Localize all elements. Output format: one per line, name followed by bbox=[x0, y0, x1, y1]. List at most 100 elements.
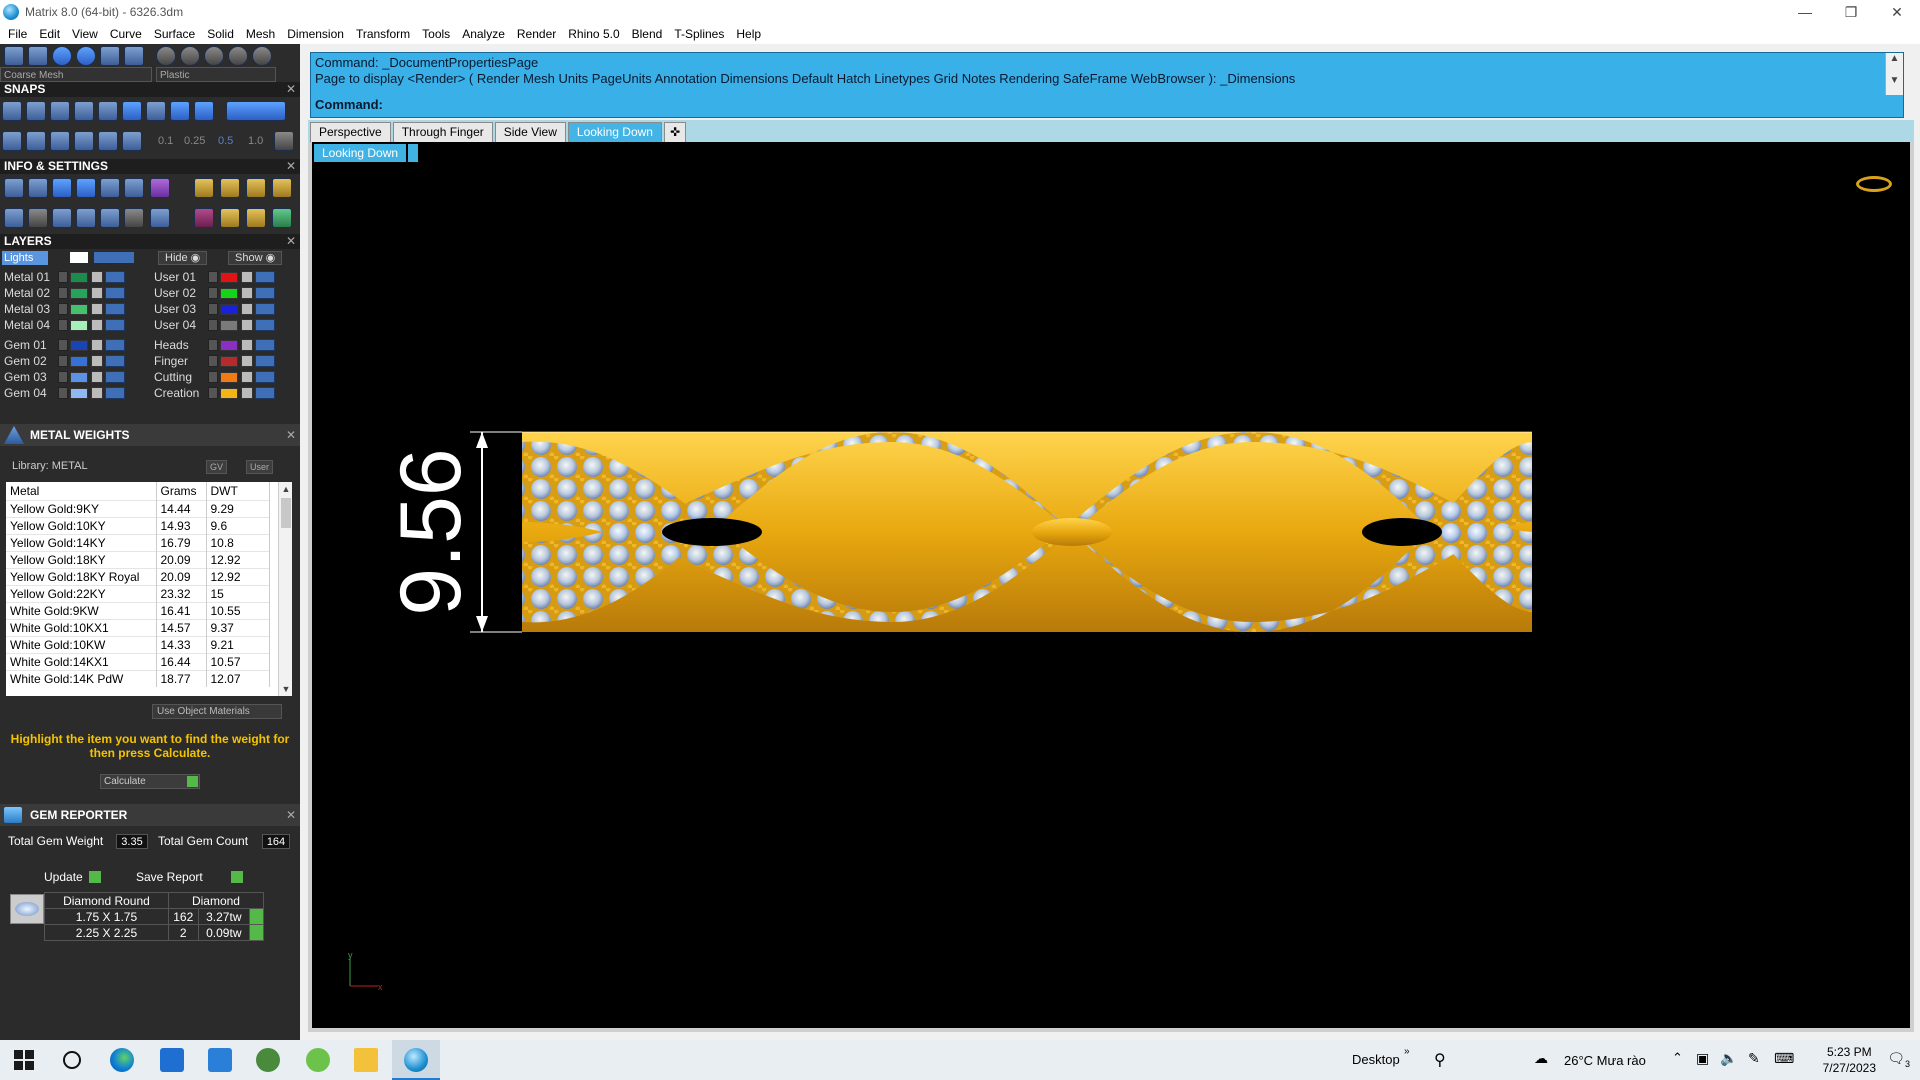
snap-button[interactable] bbox=[122, 131, 142, 151]
layer-visibility[interactable] bbox=[255, 371, 275, 383]
material-sphere-icon[interactable] bbox=[156, 46, 176, 66]
material-sphere-icon[interactable] bbox=[228, 46, 248, 66]
layer-row[interactable]: Gem 04 bbox=[4, 385, 125, 401]
menu-analyze[interactable]: Analyze bbox=[462, 27, 511, 41]
snap-button[interactable] bbox=[50, 101, 70, 121]
layer-row[interactable]: Gem 01 bbox=[4, 337, 125, 353]
layer-visibility[interactable] bbox=[255, 303, 275, 315]
chevron-right-icon[interactable]: » bbox=[1404, 1046, 1410, 1057]
material-dropdown[interactable]: Plastic bbox=[156, 67, 276, 82]
layer-visibility[interactable] bbox=[255, 339, 275, 351]
lock-icon[interactable] bbox=[241, 371, 253, 383]
table-row[interactable]: White Gold:14K PdW 18.77 12.07 bbox=[6, 669, 270, 687]
info-button[interactable] bbox=[272, 178, 292, 198]
layer-expand[interactable] bbox=[58, 339, 68, 351]
layer-visibility[interactable] bbox=[255, 271, 275, 283]
menu-curve[interactable]: Curve bbox=[110, 27, 148, 41]
layer-expand[interactable] bbox=[208, 271, 218, 283]
search-icon[interactable] bbox=[28, 178, 48, 198]
info-button[interactable] bbox=[246, 178, 266, 198]
layer-expand[interactable] bbox=[208, 355, 218, 367]
layer-visibility[interactable] bbox=[105, 371, 125, 383]
table-row[interactable]: Yellow Gold:18KY Royal 20.09 12.92 bbox=[6, 567, 270, 585]
weather-icon[interactable]: ☁ bbox=[1534, 1050, 1548, 1067]
info-button[interactable] bbox=[4, 208, 24, 228]
layer-visibility[interactable] bbox=[105, 339, 125, 351]
viewport[interactable]: Looking Down 9.56 y x bbox=[308, 142, 1914, 1032]
select-gem-button[interactable] bbox=[249, 908, 264, 925]
gv-toggle[interactable]: GV bbox=[206, 460, 228, 474]
table-row[interactable]: 2.25 X 2.25 2 0.09tw bbox=[44, 924, 264, 941]
snap-button[interactable] bbox=[170, 101, 190, 121]
mesh-dropdown[interactable]: Coarse Mesh bbox=[0, 67, 152, 82]
layer-expand[interactable] bbox=[58, 355, 68, 367]
settings-icon[interactable] bbox=[4, 178, 24, 198]
snap-button[interactable] bbox=[194, 101, 214, 121]
add-tab-icon[interactable]: ✜ bbox=[663, 122, 686, 142]
save-report-button[interactable]: Save Report bbox=[136, 868, 243, 886]
layer-color[interactable] bbox=[220, 271, 238, 283]
command-history-scrollbar[interactable]: ▲ ▼ bbox=[1885, 53, 1903, 95]
lights-layer[interactable]: Lights bbox=[2, 251, 48, 265]
grid-value-2[interactable]: 0.5 bbox=[218, 135, 233, 147]
snap-button[interactable] bbox=[2, 131, 22, 151]
lock-icon[interactable] bbox=[241, 339, 253, 351]
viewport-label[interactable]: Looking Down bbox=[314, 144, 419, 162]
table-row[interactable]: White Gold:10KW 14.33 9.21 bbox=[6, 635, 270, 653]
close-icon[interactable]: ✕ bbox=[286, 234, 296, 249]
layer-row[interactable]: Metal 01 bbox=[4, 269, 125, 285]
desktop-toolbar-label[interactable]: Desktop bbox=[1352, 1052, 1400, 1067]
info-button[interactable] bbox=[124, 178, 144, 198]
snap-button[interactable] bbox=[50, 131, 70, 151]
table-row[interactable]: Yellow Gold:10KY 14.93 9.6 bbox=[6, 516, 270, 534]
lock-icon[interactable] bbox=[91, 371, 103, 383]
lock-icon[interactable] bbox=[241, 271, 253, 283]
layer-expand[interactable] bbox=[208, 339, 218, 351]
column-header[interactable]: DWT bbox=[206, 482, 270, 500]
menu-surface[interactable]: Surface bbox=[154, 27, 201, 41]
snap-button[interactable] bbox=[2, 101, 22, 121]
info-button[interactable] bbox=[194, 178, 214, 198]
snap-button[interactable] bbox=[26, 131, 46, 151]
table-row[interactable]: 1.75 X 1.75 162 3.27tw bbox=[44, 908, 264, 925]
material-sphere-icon[interactable] bbox=[76, 46, 96, 66]
maximize-button[interactable]: ❐ bbox=[1828, 0, 1874, 24]
table-row[interactable]: White Gold:14KX1 16.44 10.57 bbox=[6, 652, 270, 670]
layer-color[interactable] bbox=[220, 355, 238, 367]
grid-value-0[interactable]: 0.1 bbox=[158, 135, 173, 147]
tab-side-view[interactable]: Side View bbox=[494, 122, 566, 142]
layer-row[interactable]: User 01 bbox=[154, 269, 275, 285]
layer-color[interactable] bbox=[220, 287, 238, 299]
layer-color[interactable] bbox=[70, 339, 88, 351]
app-icon[interactable] bbox=[256, 1048, 280, 1072]
lock-icon[interactable] bbox=[91, 287, 103, 299]
layer-expand[interactable] bbox=[208, 387, 218, 399]
info-button[interactable] bbox=[150, 208, 170, 228]
layer-row[interactable]: Heads bbox=[154, 337, 275, 353]
menu-blend[interactable]: Blend bbox=[632, 27, 669, 41]
info-button[interactable] bbox=[272, 208, 292, 228]
lock-icon[interactable] bbox=[241, 319, 253, 331]
table-row[interactable]: White Gold:10KX1 14.57 9.37 bbox=[6, 618, 270, 636]
layer-visibility[interactable] bbox=[105, 319, 125, 331]
grid-value-1[interactable]: 0.25 bbox=[184, 135, 205, 147]
layer-expand[interactable] bbox=[58, 303, 68, 315]
layer-expand[interactable] bbox=[58, 371, 68, 383]
layer-color[interactable] bbox=[220, 319, 238, 331]
material-sphere-icon[interactable] bbox=[204, 46, 224, 66]
layer-visibility[interactable] bbox=[255, 287, 275, 299]
layer-expand[interactable] bbox=[58, 287, 68, 299]
command-input[interactable] bbox=[387, 97, 1883, 115]
ring-model[interactable]: 9.56 bbox=[372, 412, 1532, 652]
scroll-down-icon[interactable]: ▼ bbox=[279, 682, 293, 696]
layer-row[interactable]: User 03 bbox=[154, 301, 275, 317]
search-icon[interactable] bbox=[60, 1048, 84, 1072]
lock-icon[interactable] bbox=[241, 387, 253, 399]
toolbar-button[interactable] bbox=[124, 46, 144, 66]
lock-icon[interactable] bbox=[91, 271, 103, 283]
scroll-up-icon[interactable]: ▲ bbox=[279, 482, 293, 496]
notifications-icon[interactable]: 🗨3 bbox=[1887, 1050, 1910, 1069]
layer-color[interactable] bbox=[220, 339, 238, 351]
info-button[interactable] bbox=[52, 208, 72, 228]
clock[interactable]: 5:23 PM 7/27/2023 bbox=[1823, 1044, 1876, 1076]
